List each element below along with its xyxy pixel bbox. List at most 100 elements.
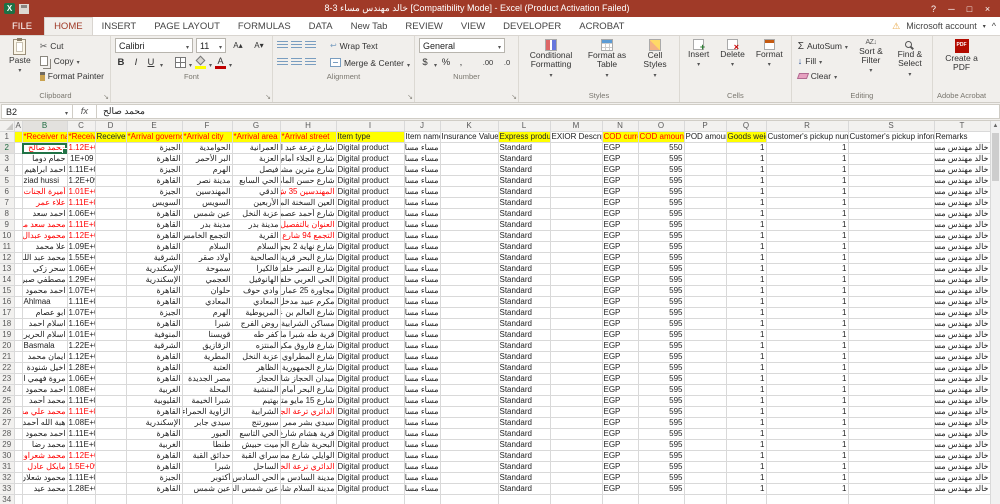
row-header-28[interactable]: 28 bbox=[0, 428, 15, 440]
cell-L5[interactable]: Standard bbox=[498, 175, 551, 187]
cell-N16[interactable]: EGP bbox=[602, 296, 639, 308]
cell-H28[interactable]: قرية هشام شارع الجزائر الحمرا bbox=[280, 428, 337, 440]
cell-E7[interactable]: السويس bbox=[126, 197, 183, 209]
cell-Q23[interactable]: 1 bbox=[726, 373, 767, 385]
cell-L9[interactable]: Standard bbox=[498, 219, 551, 231]
row-header-30[interactable]: 30 bbox=[0, 450, 15, 462]
cell-R18[interactable]: 1 bbox=[766, 318, 849, 330]
cell-C10[interactable]: 1.12E+09 bbox=[67, 230, 96, 242]
row-header-7[interactable]: 7 bbox=[0, 197, 15, 209]
cell-C29[interactable]: 1.11E+09 bbox=[67, 439, 96, 451]
decrease-decimal-button[interactable]: .0 bbox=[500, 58, 514, 67]
cell-I18[interactable]: Digital product bbox=[336, 318, 405, 330]
cell-C18[interactable]: 1.16E+09 bbox=[67, 318, 96, 330]
cell-S18[interactable] bbox=[848, 318, 935, 330]
cell-K7[interactable] bbox=[440, 197, 499, 209]
cell-O33[interactable]: 595 bbox=[638, 483, 685, 495]
cell-J23[interactable]: مساء مساء bbox=[404, 373, 441, 385]
cell-K28[interactable] bbox=[440, 428, 499, 440]
cell-K16[interactable] bbox=[440, 296, 499, 308]
cell-P27[interactable] bbox=[684, 417, 727, 429]
column-header-S[interactable]: S bbox=[848, 121, 935, 132]
cell-E18[interactable]: القاهرة bbox=[126, 318, 183, 330]
align-right-icon[interactable] bbox=[304, 58, 316, 67]
cell-T7[interactable]: خالد مهندس مساء bbox=[934, 197, 990, 209]
name-box[interactable]: B2 bbox=[1, 104, 73, 119]
cell-H7[interactable]: العين السخنة المنطقة المجاورة bbox=[280, 197, 337, 209]
cell-N13[interactable]: EGP bbox=[602, 263, 639, 275]
cell-T33[interactable]: خالد مهندس مساء bbox=[934, 483, 990, 495]
align-left-icon[interactable] bbox=[276, 58, 288, 67]
cell-R29[interactable]: 1 bbox=[766, 439, 849, 451]
cell-L1[interactable]: Express product bbox=[498, 131, 551, 143]
cell-P1[interactable]: POD amount bbox=[684, 131, 727, 143]
cell-I29[interactable]: Digital product bbox=[336, 439, 405, 451]
cell-H16[interactable]: مكرم عبيد مدخل 100 عمارة غرب bbox=[280, 296, 337, 308]
cell-N12[interactable]: EGP bbox=[602, 252, 639, 264]
cell-J8[interactable]: مساء مساء bbox=[404, 208, 441, 220]
cell-S29[interactable] bbox=[848, 439, 935, 451]
cell-O27[interactable]: 595 bbox=[638, 417, 685, 429]
cell-J4[interactable]: مساء مساء bbox=[404, 164, 441, 176]
cell-B17[interactable]: ابو عصام bbox=[22, 307, 68, 319]
row-header-34[interactable]: 34 bbox=[0, 494, 15, 504]
cell-J25[interactable]: مساء مساء bbox=[404, 395, 441, 407]
wrap-text-button[interactable]: Wrap Text bbox=[340, 41, 378, 51]
cell-C20[interactable]: 1.22E+09 bbox=[67, 340, 96, 352]
cut-button[interactable]: ✂ Cut bbox=[38, 39, 106, 53]
cell-K9[interactable] bbox=[440, 219, 499, 231]
cell-G3[interactable]: العزبة bbox=[232, 153, 281, 165]
cell-K23[interactable] bbox=[440, 373, 499, 385]
cell-T30[interactable]: خالد مهندس مساء bbox=[934, 450, 990, 462]
cell-P5[interactable] bbox=[684, 175, 727, 187]
cell-R4[interactable]: 1 bbox=[766, 164, 849, 176]
cell-T32[interactable]: خالد مهندس مساء bbox=[934, 472, 990, 484]
cell-L24[interactable]: Standard bbox=[498, 384, 551, 396]
cell-J17[interactable]: مساء مساء bbox=[404, 307, 441, 319]
cell-L7[interactable]: Standard bbox=[498, 197, 551, 209]
cell-R34[interactable] bbox=[766, 494, 849, 504]
cell-K27[interactable] bbox=[440, 417, 499, 429]
cell-C8[interactable]: 1.06E+09 bbox=[67, 208, 96, 220]
cell-Q18[interactable]: 1 bbox=[726, 318, 767, 330]
cell-G33[interactable]: عين شمس الشرقية bbox=[232, 483, 281, 495]
cell-N28[interactable]: EGP bbox=[602, 428, 639, 440]
cell-I26[interactable]: Digital product bbox=[336, 406, 405, 418]
column-header-P[interactable]: P bbox=[684, 121, 727, 132]
cell-L15[interactable]: Standard bbox=[498, 285, 551, 297]
cell-S2[interactable] bbox=[848, 142, 935, 154]
cell-Q26[interactable]: 1 bbox=[726, 406, 767, 418]
tab-developer[interactable]: DEVELOPER bbox=[494, 17, 570, 35]
cell-D15[interactable] bbox=[95, 285, 127, 297]
cell-I14[interactable]: Digital product bbox=[336, 274, 405, 286]
cell-I15[interactable]: Digital product bbox=[336, 285, 405, 297]
cell-I17[interactable]: Digital product bbox=[336, 307, 405, 319]
cell-F19[interactable]: قويسنا bbox=[182, 329, 233, 341]
cell-O24[interactable]: 595 bbox=[638, 384, 685, 396]
row-header-23[interactable]: 23 bbox=[0, 373, 15, 385]
cell-M7[interactable] bbox=[550, 197, 603, 209]
cell-P6[interactable] bbox=[684, 186, 727, 198]
cell-T22[interactable]: خالد مهندس مساء bbox=[934, 362, 990, 374]
cell-A8[interactable] bbox=[14, 208, 23, 220]
cell-B16[interactable]: Ahlmaa bbox=[22, 296, 68, 308]
cell-J1[interactable]: Item name bbox=[404, 131, 441, 143]
cell-R30[interactable]: 1 bbox=[766, 450, 849, 462]
row-header-33[interactable]: 33 bbox=[0, 483, 15, 495]
cell-E2[interactable]: الجيزة bbox=[126, 142, 183, 154]
cell-A30[interactable] bbox=[14, 450, 23, 462]
cell-P28[interactable] bbox=[684, 428, 727, 440]
cell-H25[interactable]: شارع 15 مايو متفرع من الترعة bbox=[280, 395, 337, 407]
cell-C22[interactable]: 1.28E+09 bbox=[67, 362, 96, 374]
cell-N31[interactable]: EGP bbox=[602, 461, 639, 473]
row-header-15[interactable]: 15 bbox=[0, 285, 15, 297]
cell-P18[interactable] bbox=[684, 318, 727, 330]
cell-K34[interactable] bbox=[440, 494, 499, 504]
cell-B27[interactable]: هبة الله أحمد bbox=[22, 417, 68, 429]
cell-B3[interactable]: حمام دوما bbox=[22, 153, 68, 165]
cell-S11[interactable] bbox=[848, 241, 935, 253]
cell-S28[interactable] bbox=[848, 428, 935, 440]
cell-M30[interactable] bbox=[550, 450, 603, 462]
cell-S23[interactable] bbox=[848, 373, 935, 385]
cell-M23[interactable] bbox=[550, 373, 603, 385]
